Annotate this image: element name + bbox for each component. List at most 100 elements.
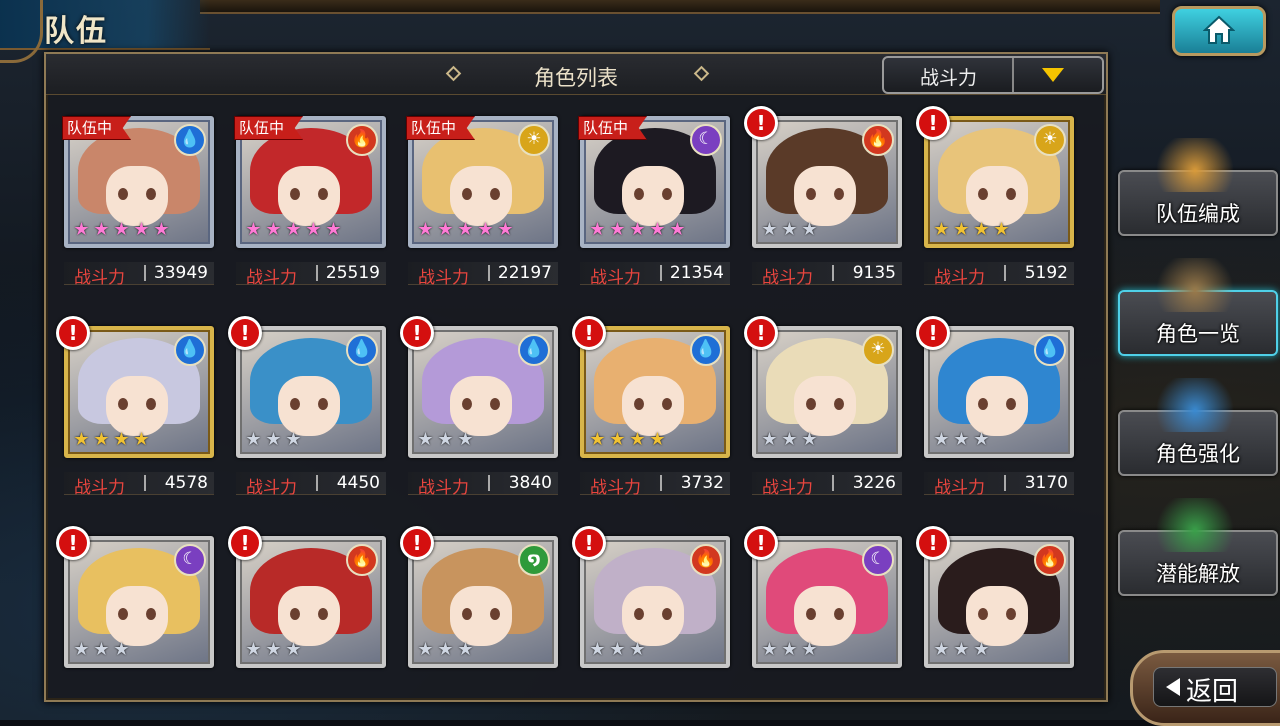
star-icon: ★	[245, 429, 262, 450]
character-card[interactable]: ☀ ★ ★ ★ ★ ★ 队伍中	[406, 116, 558, 248]
power-label: 战斗力	[762, 268, 813, 288]
character-card[interactable]: 💧 ★ ★ ★!	[916, 316, 1074, 458]
character-card[interactable]: 💧 ★ ★ ★ ★!	[572, 316, 730, 458]
alert-icon: !	[400, 526, 434, 560]
star-icon: ★	[437, 639, 454, 660]
star-icon: ★	[285, 639, 302, 660]
character-face	[278, 166, 340, 226]
power-divider	[144, 265, 146, 281]
character-portrait[interactable]: 💧 ★ ★ ★ ★	[64, 326, 214, 458]
star-icon: ★	[609, 429, 626, 450]
alert-mark: !	[231, 319, 259, 347]
back-button-plate: 返回	[1153, 667, 1277, 707]
character-card[interactable]: ☀ ★ ★ ★!	[744, 316, 902, 458]
character-card[interactable]: 🔥 ★ ★ ★!	[916, 526, 1074, 668]
star-icon: ★	[973, 429, 990, 450]
side-menu-button[interactable]: 角色强化	[1118, 378, 1278, 476]
star-icon: ★	[589, 429, 606, 450]
power-strip: 战斗力 4450	[236, 472, 386, 498]
power-divider	[144, 475, 146, 491]
character-face	[966, 166, 1028, 226]
star-icon: ★	[457, 429, 474, 450]
power-value: 4578	[164, 473, 208, 493]
power-strip: 战斗力 22197	[408, 262, 558, 288]
star-icon: ★	[497, 219, 514, 240]
in-team-tag: 队伍中	[62, 116, 132, 140]
side-menu-label: 队伍编成	[1156, 202, 1240, 226]
character-card[interactable]: 💧 ★ ★ ★ ★ ★ 队伍中	[62, 116, 214, 248]
star-icon: ★	[781, 219, 798, 240]
character-portrait[interactable]: ໑ ★ ★ ★	[408, 536, 558, 668]
character-card[interactable]: 💧 ★ ★ ★ ★!	[56, 316, 214, 458]
character-portrait[interactable]: 💧 ★ ★ ★	[924, 326, 1074, 458]
star-icon: ★	[953, 429, 970, 450]
power-value: 3226	[852, 473, 896, 493]
power-divider	[316, 265, 318, 281]
star-icon: ★	[973, 639, 990, 660]
character-face	[106, 166, 168, 226]
home-button[interactable]	[1172, 6, 1266, 56]
character-face	[450, 376, 512, 436]
power-divider	[1004, 475, 1006, 491]
star-icon: ★	[245, 219, 262, 240]
power-divider	[660, 265, 662, 281]
alert-mark: !	[403, 319, 431, 347]
water-element-icon: 💧	[174, 124, 206, 156]
side-menu-button[interactable]: 队伍编成	[1118, 138, 1278, 236]
character-portrait[interactable]: 🔥 ★ ★ ★	[924, 536, 1074, 668]
character-card[interactable]: ໑ ★ ★ ★!	[400, 526, 558, 668]
character-portrait[interactable]: 💧 ★ ★ ★	[236, 326, 386, 458]
character-card[interactable]: 💧 ★ ★ ★!	[228, 316, 386, 458]
alert-mark: !	[747, 529, 775, 557]
power-divider	[660, 475, 662, 491]
star-icon: ★	[993, 219, 1010, 240]
character-card[interactable]: 🔥 ★ ★ ★!	[572, 526, 730, 668]
character-portrait[interactable]: 💧 ★ ★ ★ ★	[580, 326, 730, 458]
water-element-icon: 💧	[518, 334, 550, 366]
character-card[interactable]: 🔥 ★ ★ ★!	[744, 106, 902, 248]
power-strip: 战斗力 3840	[408, 472, 558, 498]
water-element-icon: 💧	[690, 334, 722, 366]
character-card[interactable]: ☀ ★ ★ ★ ★!	[916, 106, 1074, 248]
star-icon: ★	[417, 429, 434, 450]
character-face	[622, 376, 684, 436]
character-card[interactable]: ☾ ★ ★ ★ ★ ★ 队伍中	[578, 116, 730, 248]
rarity-stars: ★ ★ ★	[760, 430, 819, 450]
character-card[interactable]: 💧 ★ ★ ★!	[400, 316, 558, 458]
character-face	[966, 586, 1028, 646]
character-portrait[interactable]: 🔥 ★ ★ ★	[580, 536, 730, 668]
dropdown-arrow-icon[interactable]	[1042, 68, 1064, 82]
side-menu-label: 角色一览	[1156, 322, 1240, 346]
character-face	[278, 586, 340, 646]
character-card[interactable]: ☾ ★ ★ ★!	[744, 526, 902, 668]
character-face	[450, 166, 512, 226]
star-icon: ★	[417, 219, 434, 240]
character-card[interactable]: ☾ ★ ★ ★!	[56, 526, 214, 668]
character-portrait[interactable]: ☀ ★ ★ ★ ★	[924, 116, 1074, 248]
side-menu-button[interactable]: 角色一览	[1118, 258, 1278, 356]
star-icon: ★	[801, 429, 818, 450]
character-portrait[interactable]: 💧 ★ ★ ★	[408, 326, 558, 458]
star-icon: ★	[305, 219, 322, 240]
alert-mark: !	[919, 319, 947, 347]
character-portrait[interactable]: ☀ ★ ★ ★	[752, 326, 902, 458]
character-face	[622, 586, 684, 646]
star-icon: ★	[113, 429, 130, 450]
character-portrait[interactable]: ☾ ★ ★ ★	[64, 536, 214, 668]
star-icon: ★	[73, 639, 90, 660]
character-card[interactable]: 🔥 ★ ★ ★ ★ ★ 队伍中	[234, 116, 386, 248]
star-icon: ★	[457, 219, 474, 240]
star-icon: ★	[933, 639, 950, 660]
top-frame	[200, 0, 1160, 14]
power-label: 战斗力	[418, 478, 469, 498]
sort-dropdown[interactable]: 战斗力	[882, 56, 1104, 94]
back-button[interactable]: 返回	[1130, 650, 1280, 726]
side-menu-button[interactable]: 潜能解放	[1118, 498, 1278, 596]
character-card[interactable]: 🔥 ★ ★ ★!	[228, 526, 386, 668]
character-portrait[interactable]: 🔥 ★ ★ ★	[236, 536, 386, 668]
rarity-stars: ★ ★ ★	[932, 430, 991, 450]
star-icon: ★	[761, 219, 778, 240]
character-portrait[interactable]: 🔥 ★ ★ ★	[752, 116, 902, 248]
power-strip: 战斗力 33949	[64, 262, 214, 288]
character-portrait[interactable]: ☾ ★ ★ ★	[752, 536, 902, 668]
